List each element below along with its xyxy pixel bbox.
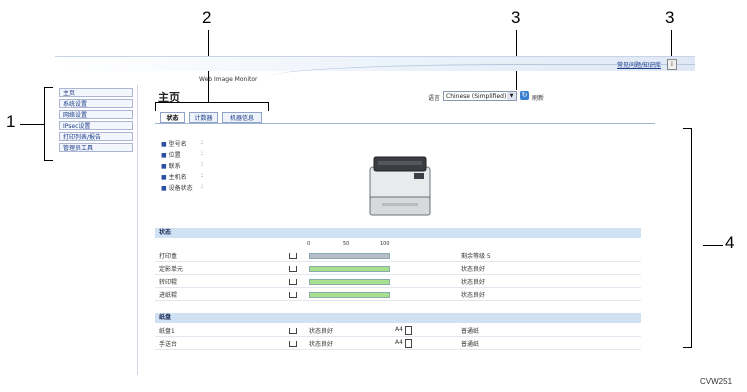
transfer-roller-icon [289,279,297,285]
scale-100: 100 [380,241,390,247]
figure-code: CVW251 [700,377,733,386]
paper-icon [405,339,412,348]
status-bar [309,279,390,285]
sidebar-item-home[interactable]: 主页 [59,88,133,97]
sidebar-item-print-list-report[interactable]: 打印列表/报告 [59,132,133,141]
sidebar-item-network-settings[interactable]: 网络设置 [59,110,133,119]
status-bar-fill [310,280,389,284]
callout-4-leader [703,245,723,246]
divider [155,300,641,301]
language-label: 语言 [428,95,441,102]
paper-row-label: 手送台 [159,341,178,348]
info-row-contact: ■ 联系: [161,161,204,170]
paper-row-size: A4 [395,326,403,333]
paper-row-label: 纸盘1 [159,328,175,335]
fuser-icon [289,266,297,272]
status-row-label: 打印盒 [159,253,178,260]
status-bar-fill [310,254,389,258]
scale-50: 50 [343,241,350,247]
bypass-tray-icon [289,341,297,347]
help-icon[interactable]: i [667,59,677,70]
scale-0: 0 [307,241,311,247]
status-bar [309,266,390,272]
printer-image [369,156,431,216]
callout-4: 4 [725,233,735,252]
info-row-model: ■ 型号名: [161,139,204,148]
tray-icon [289,328,297,334]
sidebar-item-admin-tools[interactable]: 管理员工具 [59,143,133,152]
tab-status[interactable]: 状态 [160,112,185,123]
status-section-header: 状态 [155,228,641,238]
status-bar-fill [310,267,389,271]
status-row-label: 定影单元 [159,266,184,273]
callout-3a: 3 [511,8,521,27]
status-row-status: 状态良好 [461,266,486,273]
status-row-status: 状态良好 [461,279,486,286]
paper-row-status: 状态良好 [309,328,334,335]
divider [155,261,641,262]
help-link[interactable]: 常见问题/知识库 [617,60,661,69]
status-row-status: 状态良好 [461,292,486,299]
status-bar [309,253,390,259]
toner-icon [289,253,297,259]
divider [155,287,641,288]
callout-1-bracket [44,87,53,161]
paper-row-size: A4 [395,339,403,346]
chevron-down-icon: ▼ [507,92,516,100]
status-row-label: 转印辊 [159,279,178,286]
callout-2: 2 [202,8,212,27]
page-title: 主页 [158,91,180,104]
divider [155,349,641,350]
callout-4-bracket [683,128,692,348]
info-row-host-name: ■ 主机名: [161,172,204,181]
status-row-status: 剩余等级 5 [461,253,491,260]
divider [155,274,641,275]
info-row-location: ■ 位置: [161,150,204,159]
app-title: Web Image Monitor [199,76,258,83]
status-bar [309,292,390,298]
divider [155,336,641,337]
sidebar-item-ipsec-settings[interactable]: IPsec设置 [59,121,133,130]
language-select-value: Chinese (Simplified) [446,93,507,100]
status-row-label: 进纸辊 [159,292,178,299]
tab-underline [155,123,655,124]
callout-1: 1 [6,112,16,131]
tab-machine-info[interactable]: 机器信息 [222,112,262,123]
refresh-icon[interactable]: ↻ [520,91,529,100]
refresh-label[interactable]: 刷新 [532,93,544,102]
feed-roller-icon [289,292,297,298]
callout-3b: 3 [665,8,675,27]
paper-row-status: 状态良好 [309,341,334,348]
language-select[interactable]: Chinese (Simplified) ▼ [443,91,517,101]
paper-row-type: 普通纸 [461,328,480,335]
paper-section-header: 纸盘 [155,313,641,323]
status-bar-fill [310,293,389,297]
paper-icon [405,326,412,335]
paper-row-type: 普通纸 [461,341,480,348]
info-row-device-status: ■ 设备状态: [161,183,204,192]
callout-1-leader [20,124,44,125]
sidebar-item-system-settings[interactable]: 系统设置 [59,99,133,108]
tab-counter[interactable]: 计数器 [189,112,218,123]
